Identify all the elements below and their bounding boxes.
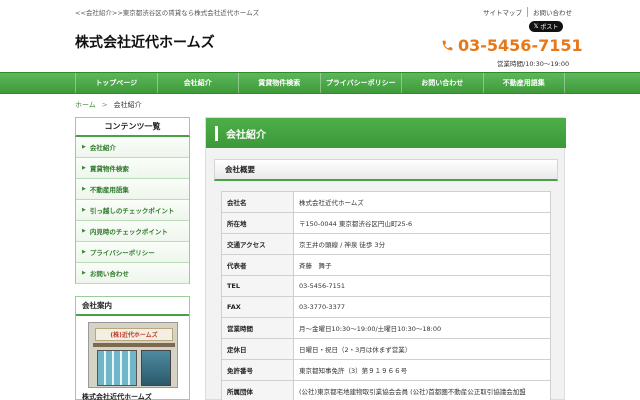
table-row: 所在地 〒150-0044 東京都渋谷区円山町25-6 (221, 212, 551, 234)
company-info-title: 会社案内 (76, 297, 189, 316)
x-share-button[interactable]: 𝕏 ポスト (529, 21, 563, 32)
x-logo-icon: 𝕏 (533, 23, 539, 30)
table-row: TEL 03-5456-7151 (221, 275, 551, 297)
row-value: 斉藤 舞子 (293, 254, 551, 276)
row-value: (公社)東京都宅地建物取引業協会会員 (公社)首都圏不動産公正取引協議会加盟 (293, 380, 551, 400)
sidebar-item-viewing-checkpoints[interactable]: ▶ 内見時のチェックポイント (76, 221, 189, 242)
row-value: 日曜日・祝日（2・3月は休まず営業） (293, 338, 551, 360)
row-label: 会社名 (221, 191, 294, 213)
phone-icon (442, 40, 453, 51)
row-label: 交通アクセス (221, 233, 294, 255)
nav-item-contact[interactable]: お問い合わせ (402, 73, 484, 93)
row-label: 所属団体 (221, 380, 294, 400)
row-label: 免許番号 (221, 359, 294, 381)
sidebar-item-label: 不動産用語集 (89, 186, 129, 194)
row-label: 定休日 (221, 338, 294, 360)
company-info-box: 会社案内 (株)近代ホームズ 株式会社近代ホームズ (75, 296, 190, 400)
row-value: 株式会社近代ホームズ (293, 191, 551, 213)
table-row: FAX 03-3770-3377 (221, 296, 551, 318)
sidebar-item-label: 内見時のチェックポイント (89, 228, 168, 236)
site-title[interactable]: 株式会社近代ホームズ (75, 32, 215, 52)
breadcrumb: ホーム > 会社紹介 (75, 100, 142, 110)
row-value: 03-3770-3377 (293, 296, 551, 318)
row-label: 代表者 (221, 254, 294, 276)
store-window (97, 350, 137, 386)
nav-item-company[interactable]: 会社紹介 (158, 73, 239, 93)
nav-item-top[interactable]: トップページ (75, 73, 158, 93)
sidebar-title: コンテンツ一覧 (75, 117, 190, 137)
sidebar: コンテンツ一覧 ▶ 会社紹介 ▶ 賃貸物件検索 ▶ 不動産用語集 ▶ 引っ越しのチェック… (75, 117, 190, 284)
company-caption: 株式会社近代ホームズ (82, 393, 152, 400)
row-label: 営業時間 (221, 317, 294, 339)
sidebar-item-glossary[interactable]: ▶ 不動産用語集 (76, 179, 189, 200)
phone-number[interactable]: 03-5456-7151 (458, 36, 583, 55)
table-row: 定休日 日曜日・祝日（2・3月は休まず営業） (221, 338, 551, 360)
breadcrumb-separator: > (101, 101, 108, 109)
storefront-photo[interactable]: (株)近代ホームズ (88, 322, 178, 388)
sidebar-item-rental-search[interactable]: ▶ 賃貸物件検索 (76, 158, 189, 179)
page-heading: 会社紹介 (206, 118, 566, 148)
top-links: サイトマップ お問い合わせ (478, 7, 577, 17)
main-content: 会社紹介 会社概要 会社名 株式会社近代ホームズ 所在地 〒150-0044 東京都… (205, 117, 566, 400)
arrow-right-icon: ▶ (82, 144, 86, 150)
share-button-label: ポスト (540, 24, 559, 31)
sidebar-item-contact[interactable]: ▶ お問い合わせ (76, 263, 189, 284)
global-nav: トップページ 会社紹介 賃貸物件検索 プライバシーポリシー お問い合わせ 不動産… (0, 72, 640, 94)
sidebar-item-label: 会社紹介 (89, 144, 116, 152)
arrow-right-icon: ▶ (82, 249, 86, 255)
row-value: 京王井の頭線 / 神泉 徒歩 3分 (293, 233, 551, 255)
sidebar-item-privacy[interactable]: ▶ プライバシーポリシー (76, 242, 189, 263)
row-value: 月〜金曜日10:30〜19:00/土曜日10:30〜18:00 (293, 317, 551, 339)
breadcrumb-current: 会社紹介 (113, 101, 142, 109)
row-value: 〒150-0044 東京都渋谷区円山町25-6 (293, 212, 551, 234)
arrow-right-icon: ▶ (82, 186, 86, 192)
row-value: 東京都知事免許（3）第９１９６６号 (293, 359, 551, 381)
table-row: 会社名 株式会社近代ホームズ (221, 191, 551, 213)
sidebar-item-label: 引っ越しのチェックポイント (89, 207, 175, 215)
row-value: 03-5456-7151 (293, 275, 551, 297)
breadcrumb-home[interactable]: ホーム (75, 101, 96, 109)
sidebar-item-moving-checkpoints[interactable]: ▶ 引っ越しのチェックポイント (76, 200, 189, 221)
arrow-right-icon: ▶ (82, 165, 86, 171)
nav-item-rental-search[interactable]: 賃貸物件検索 (239, 73, 321, 93)
nav-item-glossary[interactable]: 不動産用語集 (484, 73, 565, 93)
table-row: 免許番号 東京都知事免許（3）第９１９６６号 (221, 359, 551, 381)
sidebar-item-label: プライバシーポリシー (89, 249, 155, 257)
company-overview-table: 会社名 株式会社近代ホームズ 所在地 〒150-0044 東京都渋谷区円山町25-6… (221, 191, 551, 400)
nav-item-privacy[interactable]: プライバシーポリシー (321, 73, 402, 93)
sidebar-item-label: 賃貸物件検索 (89, 165, 129, 173)
phone-block: 03-5456-7151 (441, 36, 583, 55)
store-sign: (株)近代ホームズ (95, 328, 173, 341)
arrow-right-icon: ▶ (82, 207, 86, 213)
table-row: 所属団体 (公社)東京都宅地建物取引業協会会員 (公社)首都圏不動産公正取引協議会… (221, 380, 551, 400)
page-title: 会社紹介 (226, 129, 266, 141)
site-tagline: <<会社紹介>>東京都渋谷区の賃貸なら株式会社近代ホームズ (75, 9, 260, 17)
sidebar-menu: ▶ 会社紹介 ▶ 賃貸物件検索 ▶ 不動産用語集 ▶ 引っ越しのチェックポイント ▶ 内見… (75, 137, 190, 284)
store-door (141, 350, 171, 386)
sidebar-item-label: お問い合わせ (89, 270, 129, 278)
row-label: TEL (221, 275, 294, 297)
sitemap-link[interactable]: サイトマップ (478, 7, 527, 17)
arrow-right-icon: ▶ (82, 228, 86, 234)
business-hours: 営業時間/10:30〜19:00 (497, 60, 570, 68)
table-row: 代表者 斉藤 舞子 (221, 254, 551, 276)
table-row: 営業時間 月〜金曜日10:30〜19:00/土曜日10:30〜18:00 (221, 317, 551, 339)
row-label: FAX (221, 296, 294, 318)
table-row: 交通アクセス 京王井の頭線 / 神泉 徒歩 3分 (221, 233, 551, 255)
sidebar-item-company[interactable]: ▶ 会社紹介 (76, 137, 189, 158)
section-title: 会社概要 (214, 159, 558, 181)
row-label: 所在地 (221, 212, 294, 234)
arrow-right-icon: ▶ (82, 270, 86, 276)
contact-link[interactable]: お問い合わせ (527, 7, 577, 17)
